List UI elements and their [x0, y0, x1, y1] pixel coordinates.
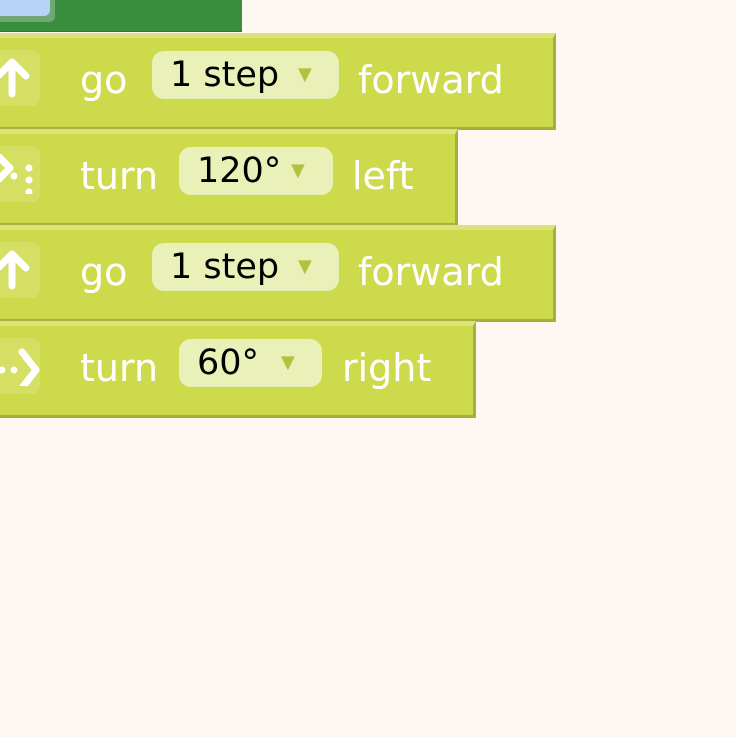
dropdown-value: 120° [197, 151, 282, 191]
move-forward-block[interactable]: go 1 step ▼ forward [0, 225, 556, 322]
turn-right-block[interactable]: turn 60° ▼ right [0, 321, 476, 418]
dropdown-value: 1 step [170, 55, 280, 95]
dropdown-arrow-icon: ▼ [298, 256, 312, 277]
block-icon-slot [0, 338, 40, 394]
hat-block-thumbnail-image [0, 0, 50, 16]
block-verb: turn [80, 346, 159, 390]
block-verb: go [80, 58, 128, 102]
event-hat-block[interactable] [0, 0, 242, 32]
steps-dropdown[interactable]: 1 step ▼ [152, 243, 339, 291]
turn-left-block[interactable]: turn 120° ▼ left [0, 129, 458, 226]
block-verb: turn [80, 154, 159, 198]
block-verb: go [80, 250, 128, 294]
dropdown-arrow-icon: ▼ [291, 160, 305, 181]
dropdown-value: 1 step [170, 247, 280, 287]
hat-block-thumbnail [0, 0, 55, 22]
move-forward-block[interactable]: go 1 step ▼ forward [0, 33, 556, 130]
angle-dropdown[interactable]: 120° ▼ [179, 147, 333, 195]
block-direction: left [352, 154, 414, 198]
block-direction: forward [358, 250, 504, 294]
arrow-up-icon [0, 250, 30, 290]
angle-dropdown[interactable]: 60° ▼ [179, 339, 322, 387]
arrow-up-icon [0, 58, 30, 98]
dropdown-value: 60° [197, 343, 260, 383]
block-direction: forward [358, 58, 504, 102]
dropdown-arrow-icon: ▼ [281, 352, 295, 373]
steps-dropdown[interactable]: 1 step ▼ [152, 51, 339, 99]
block-icon-slot [0, 146, 40, 202]
turn-right-icon [0, 348, 40, 386]
block-icon-slot [0, 50, 40, 106]
turn-left-icon [0, 154, 33, 194]
block-icon-slot [0, 242, 40, 298]
block-direction: right [342, 346, 432, 390]
dropdown-arrow-icon: ▼ [298, 64, 312, 85]
